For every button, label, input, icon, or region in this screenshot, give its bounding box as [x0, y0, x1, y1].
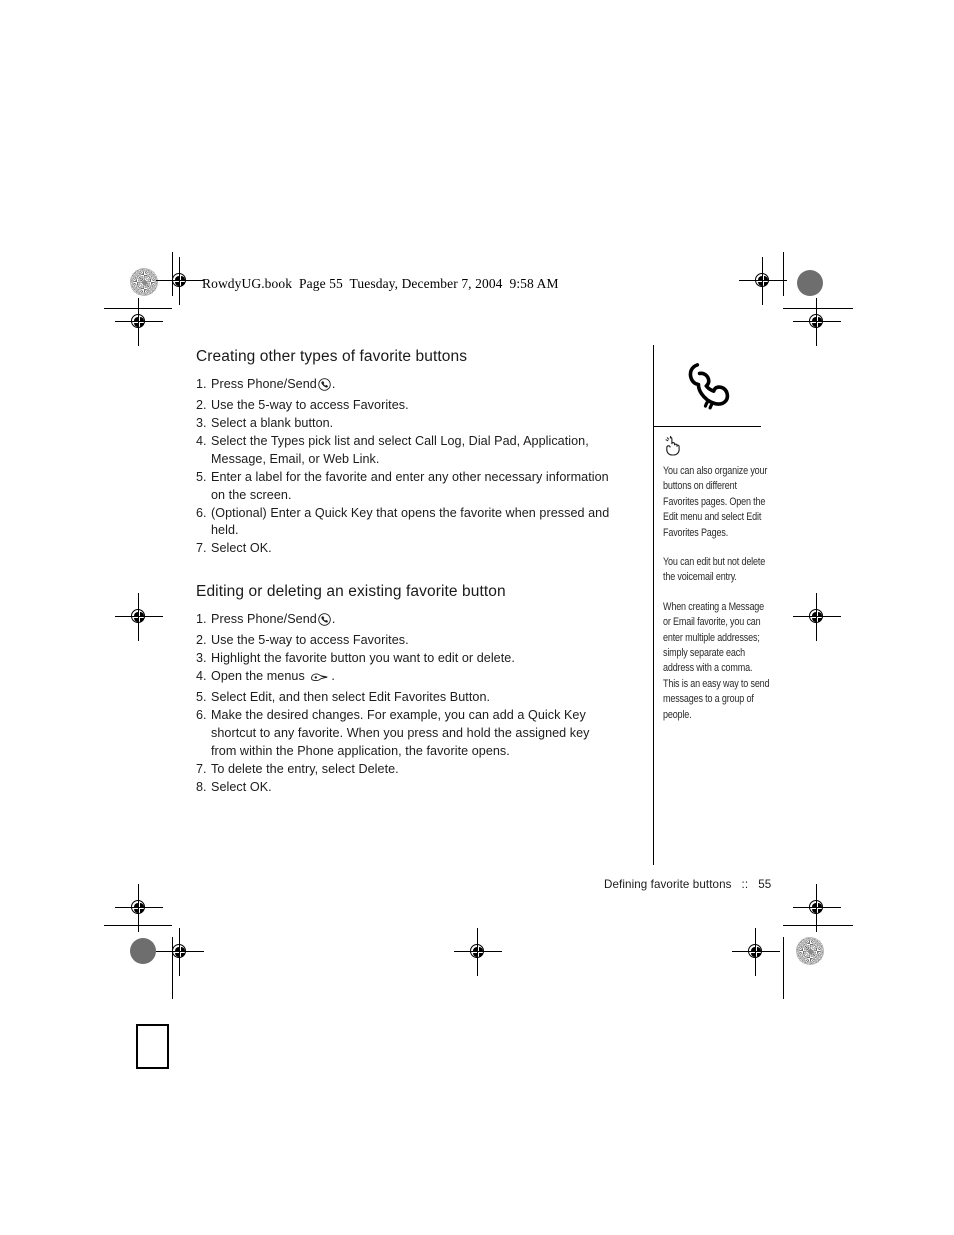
list-item: 6. (Optional) Enter a Quick Key that open… [196, 505, 616, 540]
registration-target-bottom-right [732, 928, 780, 976]
step-text: Press Phone/Send [211, 377, 317, 391]
step-text: Open the menus [211, 669, 305, 684]
step-text-tail: . [331, 377, 336, 391]
sidebar-divider [654, 426, 761, 427]
list-item: 7. Select OK. [196, 540, 616, 558]
list-item: 3. Select a blank button. [196, 415, 616, 433]
page-header-text: RowdyUG.book Page 55 Tuesday, December 7… [202, 276, 559, 291]
step-number: 4. [196, 669, 207, 684]
sidebar: You can also organize your buttons on di… [653, 345, 773, 865]
step-number: 2. [196, 633, 207, 648]
registration-target-lower-right [793, 884, 841, 932]
step-number: 4. [196, 434, 207, 449]
main-content-column: Creating other types of favorite buttons… [196, 348, 616, 797]
registration-target-middle-right [793, 593, 841, 641]
sidebar-tips: You can also organize your buttons on di… [663, 435, 771, 723]
step-text: Select OK. [211, 541, 272, 556]
halftone-dot-top-right [797, 270, 823, 296]
phone-send-icon [318, 378, 331, 397]
step-text: To delete the entry, select Delete. [211, 761, 399, 776]
pointing-hand-icon [663, 435, 771, 462]
color-registration-box [136, 1024, 169, 1069]
list-item: 5. Select Edit, and then select Edit Favo… [196, 689, 616, 707]
step-text: Highlight the favorite button you want t… [211, 651, 515, 666]
telephone-handset-icon [684, 353, 742, 420]
registration-target-upper-left [115, 298, 163, 346]
step-text: Select the Types pick list and select Ca… [211, 434, 589, 466]
step-text-tail: . [331, 611, 336, 626]
list-item: 4. Open the menus . [196, 668, 616, 689]
list-item: 3. Highlight the favorite button you want… [196, 650, 616, 668]
steps-list-creating: 1. Press Phone/Send. 2. Use the 5-way to a… [196, 376, 616, 558]
footer-page-number: 55 [758, 878, 772, 891]
step-text: Make the desired changes. For example, y… [211, 708, 590, 758]
page-title-creating: Creating other types of favorite buttons [196, 348, 468, 365]
phone-send-icon [318, 613, 331, 632]
step-number: 7. [196, 761, 207, 776]
step-text: Press Phone/Send [211, 611, 317, 626]
sidebar-chapter-icon-area [654, 345, 773, 425]
menu-key-icon [309, 671, 330, 689]
registration-target-top-right [739, 257, 787, 305]
list-item: 1. Press Phone/Send. [196, 376, 616, 397]
registration-target-top-left [156, 257, 204, 305]
list-item: 6. Make the desired changes. For example,… [196, 707, 616, 760]
list-item: 2. Use the 5-way to access Favorites. [196, 397, 616, 415]
page-title-editing: Editing or deleting an existing favorite… [196, 582, 506, 600]
registration-target-bottom-left [156, 928, 204, 976]
step-number: 3. [196, 416, 207, 431]
step-text: Select OK. [211, 779, 272, 794]
step-number: 2. [196, 398, 207, 413]
halftone-starburst-bottom-right [796, 937, 824, 965]
list-item: 7. To delete the entry, select Delete. [196, 761, 616, 779]
step-text: Select a blank button. [211, 416, 334, 431]
halftone-starburst-top-left [130, 268, 158, 296]
list-item: 2. Use the 5-way to access Favorites. [196, 632, 616, 650]
list-item: 4. Select the Types pick list and select … [196, 433, 616, 468]
crop-line-bottom-right-vertical [783, 937, 784, 999]
step-number: 6. [196, 708, 207, 723]
registration-target-bottom-center [454, 928, 502, 976]
registration-target-upper-right [793, 298, 841, 346]
footer-separator: :: [741, 878, 749, 891]
footer-chapter-label: Defining favorite buttons [604, 878, 732, 891]
halftone-dot-bottom-left [130, 938, 156, 964]
list-item: 1. Press Phone/Send. [196, 611, 616, 632]
crop-line-bottom-right-horizontal [783, 925, 853, 926]
sidebar-tip-text: You can also organize your buttons on di… [663, 465, 768, 539]
list-item: 8. Select OK. [196, 779, 616, 797]
step-number: 5. [196, 469, 207, 484]
sidebar-tip-text: When creating a Message or Email favorit… [663, 600, 770, 721]
step-number: 8. [196, 779, 207, 794]
step-number: 6. [196, 505, 207, 520]
step-text: Use the 5-way to access Favorites. [211, 398, 409, 413]
step-number: 3. [196, 651, 207, 666]
crop-line-top-right-vertical [783, 252, 784, 296]
step-text: Use the 5-way to access Favorites. [211, 633, 409, 648]
step-number: 7. [196, 541, 207, 556]
step-number: 1. [196, 611, 207, 626]
registration-target-middle-left [115, 593, 163, 641]
section-creating-other-types: Creating other types of favorite buttons… [196, 348, 616, 558]
step-text: Select Edit, and then select Edit Favori… [211, 690, 491, 705]
step-text: Enter a label for the favorite and enter… [211, 469, 609, 502]
step-number: 1. [196, 377, 207, 391]
section-editing-deleting: Editing or deleting an existing favorite… [196, 583, 616, 796]
step-text: (Optional) Enter a Quick Key that opens … [211, 505, 610, 538]
sidebar-tip-text: You can edit but not delete the voicemai… [663, 556, 766, 584]
steps-list-editing: 1. Press Phone/Send. 2. Use the 5-way to a… [196, 611, 616, 796]
page-footer: Defining favorite buttons:: 55 [604, 878, 771, 891]
list-item: 5. Enter a label for the favorite and ent… [196, 469, 616, 504]
step-number: 5. [196, 690, 207, 705]
registration-target-lower-left [115, 884, 163, 932]
step-text-tail: . [331, 669, 335, 684]
